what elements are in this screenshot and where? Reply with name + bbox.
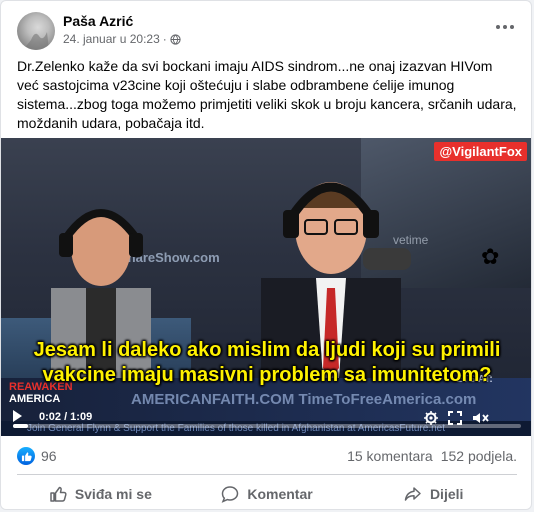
awaken-line-2: AMERICA <box>9 393 61 405</box>
comment-button[interactable]: Komentar <box>184 479 351 509</box>
share-count[interactable]: 152 podjela. <box>441 448 517 464</box>
video-progress-fill <box>13 424 29 428</box>
video-time: 0:02 / 1:09 <box>39 411 93 423</box>
comment-count[interactable]: 15 komentara <box>347 448 433 464</box>
thumbs-up-icon <box>50 486 67 502</box>
comment-button-label: Komentar <box>247 486 313 502</box>
video-progress-bar[interactable] <box>13 424 521 428</box>
video-player[interactable]: ShareShow.com vetime @VigilantFox ✿ REAW… <box>1 138 531 436</box>
thumbs-up-icon <box>21 451 32 461</box>
comment-icon <box>221 486 239 503</box>
like-count[interactable]: 96 <box>41 448 57 464</box>
post-meta: 24. januar u 20:23 · <box>63 32 181 46</box>
dot-icon <box>503 25 507 29</box>
screen-text-right: vetime <box>393 233 429 247</box>
dot-icon <box>496 25 500 29</box>
author-avatar[interactable] <box>17 12 55 50</box>
video-controls: 0:02 / 1:09 <box>1 406 531 436</box>
actions-divider <box>17 474 517 475</box>
like-reaction-icon[interactable] <box>17 447 35 465</box>
share-button-label: Dijeli <box>429 486 464 502</box>
engagement-counts: 15 komentara 152 podjela. <box>347 448 517 464</box>
post-timestamp[interactable]: 24. januar u 20:23 <box>63 32 160 46</box>
play-button[interactable] <box>13 410 22 422</box>
post-text: Dr.Zelenko kaže da svi bockani imaju AID… <box>17 58 517 131</box>
globe-icon <box>170 33 181 45</box>
post-card: Paša Azrić 24. januar u 20:23 · Dr.Zelen… <box>0 0 532 510</box>
like-button[interactable]: Sviđa mi se <box>17 479 184 509</box>
post-actions: Sviđa mi se Komentar Dijeli <box>17 479 517 509</box>
video-subtitle: Jesam li daleko ako mislim da ljudi koji… <box>33 339 501 386</box>
author-name[interactable]: Paša Azrić <box>63 13 133 29</box>
share-icon <box>404 487 421 501</box>
like-button-label: Sviđa mi se <box>74 486 152 502</box>
meta-separator: · <box>162 32 167 46</box>
avatar-image <box>23 32 49 50</box>
more-options-button[interactable] <box>493 15 517 39</box>
dot-icon <box>510 25 514 29</box>
share-button[interactable]: Dijeli <box>350 479 517 509</box>
post-stats: 96 15 komentara 152 podjela. <box>17 447 517 467</box>
flower-icon: ✿ <box>481 244 500 269</box>
brand-tag: @VigilantFox <box>434 142 527 161</box>
